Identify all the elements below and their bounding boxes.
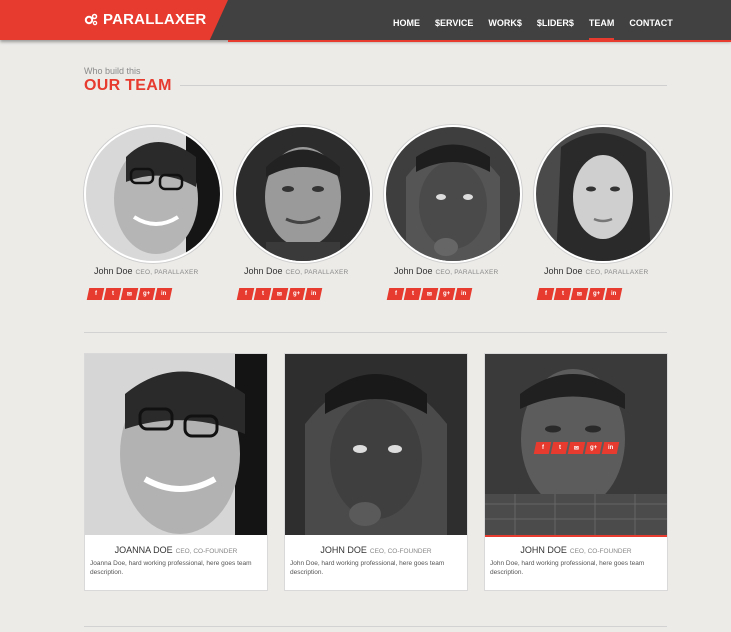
header-accent-line <box>228 40 731 42</box>
title-divider <box>180 85 667 86</box>
member-name-3: John Doe CEO, PARALLAXER <box>394 266 499 276</box>
main-nav: HOME $ERVICE WORK$ $LIDER$ TEAM CONTACT <box>393 0 688 40</box>
card-name-1: JOANNA DOE CEO, CO-FOUNDER <box>114 545 238 555</box>
card-photo-1 <box>85 354 267 535</box>
team-card-3[interactable]: f t ✉ g+ in JOHN DOE CEO, CO-FOUNDER John… <box>484 353 668 591</box>
member-name-1: John Doe CEO, PARALLAXER <box>94 266 199 276</box>
card-name-3: JOHN DOE CEO, CO-FOUNDER <box>520 545 632 555</box>
member-photo-4[interactable] <box>534 125 672 263</box>
email-icon[interactable]: ✉ <box>120 288 139 300</box>
card-photo-2 <box>285 354 467 535</box>
team-card-2[interactable]: JOHN DOE CEO, CO-FOUNDER John Doe, hard w… <box>284 353 468 591</box>
email-icon[interactable]: ✉ <box>270 288 289 300</box>
twitter-icon[interactable]: t <box>553 288 572 300</box>
top-header: PARALLAXER HOME $ERVICE WORK$ $LIDER$ TE… <box>0 0 731 40</box>
member-socials-2: f t ✉ g+ in <box>236 288 323 300</box>
section-subtitle: Who build this <box>84 66 141 76</box>
card-desc-2: John Doe, hard working professional, her… <box>290 560 445 576</box>
email-icon[interactable]: ✉ <box>570 288 589 300</box>
team-card-1[interactable]: JOANNA DOE CEO, CO-FOUNDER Joanna Doe, ha… <box>84 353 268 591</box>
nav-contact[interactable]: CONTACT <box>629 0 672 40</box>
google-plus-icon[interactable]: g+ <box>287 288 306 300</box>
linkedin-icon[interactable]: in <box>454 288 473 300</box>
linkedin-icon[interactable]: in <box>604 288 623 300</box>
member-photo-3[interactable] <box>384 125 522 263</box>
twitter-icon[interactable]: t <box>103 288 122 300</box>
facebook-icon[interactable]: f <box>86 288 105 300</box>
section-title: OUR TEAM <box>84 77 172 94</box>
email-icon[interactable]: ✉ <box>567 442 586 454</box>
card-accent-line <box>485 535 667 537</box>
nav-works[interactable]: WORK$ <box>488 0 522 40</box>
twitter-icon[interactable]: t <box>253 288 272 300</box>
google-plus-icon[interactable]: g+ <box>437 288 456 300</box>
member-socials-1: f t ✉ g+ in <box>86 288 173 300</box>
facebook-icon[interactable]: f <box>236 288 255 300</box>
google-plus-icon[interactable]: g+ <box>587 288 606 300</box>
member-photo-2[interactable] <box>234 125 372 263</box>
member-name-2: John Doe CEO, PARALLAXER <box>244 266 349 276</box>
email-icon[interactable]: ✉ <box>420 288 439 300</box>
nav-home[interactable]: HOME <box>393 0 420 40</box>
section-divider <box>84 332 667 333</box>
linkedin-icon[interactable]: in <box>304 288 323 300</box>
member-photo-1[interactable] <box>84 125 222 263</box>
facebook-icon[interactable]: f <box>536 288 555 300</box>
gears-icon <box>84 13 98 26</box>
linkedin-icon[interactable]: in <box>154 288 173 300</box>
card-desc-1: Joanna Doe, hard working professional, h… <box>90 560 252 576</box>
nav-service[interactable]: $ERVICE <box>435 0 473 40</box>
brand-name: PARALLAXER <box>103 11 207 28</box>
nav-sliders[interactable]: $LIDER$ <box>537 0 574 40</box>
linkedin-icon[interactable]: in <box>601 442 620 454</box>
card-name-2: JOHN DOE CEO, CO-FOUNDER <box>320 545 432 555</box>
member-socials-4: f t ✉ g+ in <box>536 288 623 300</box>
nav-team[interactable]: TEAM <box>588 0 614 40</box>
twitter-icon[interactable]: t <box>403 288 422 300</box>
bottom-divider <box>84 626 667 627</box>
google-plus-icon[interactable]: g+ <box>137 288 156 300</box>
member-name-4: John Doe CEO, PARALLAXER <box>544 266 649 276</box>
card-desc-3: John Doe, hard working professional, her… <box>490 560 645 576</box>
facebook-icon[interactable]: f <box>533 442 552 454</box>
card-socials-overlay: f t ✉ g+ in <box>533 442 620 454</box>
facebook-icon[interactable]: f <box>386 288 405 300</box>
logo[interactable]: PARALLAXER <box>84 11 206 28</box>
twitter-icon[interactable]: t <box>550 442 569 454</box>
google-plus-icon[interactable]: g+ <box>584 442 603 454</box>
member-socials-3: f t ✉ g+ in <box>386 288 473 300</box>
